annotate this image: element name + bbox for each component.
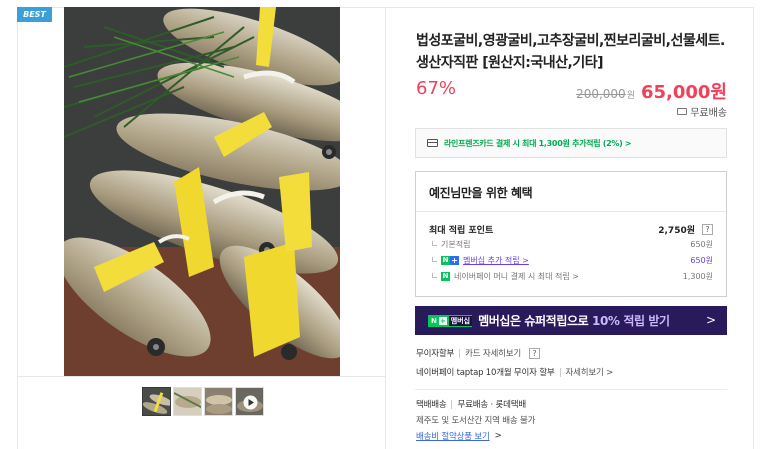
card-detail-link[interactable]: 카드 자세히보기	[465, 347, 521, 359]
info-divider	[415, 389, 727, 390]
benefit-row-membership[interactable]: N + 멤버십 추가 적립 > 650원	[429, 255, 713, 266]
thumbnail-2[interactable]	[173, 387, 202, 416]
card-promo-link[interactable]: 라인프렌즈카드 결제 시 최대 1,300원 추가적립 (2%) >	[415, 128, 727, 158]
original-price-unit: 원	[626, 91, 635, 101]
thumbnail-strip	[142, 387, 264, 417]
chevron-right-icon: >	[494, 431, 502, 441]
naverpay-icon: N	[441, 272, 450, 281]
installment-label: 무이자할부	[416, 349, 455, 359]
separator	[451, 399, 453, 409]
benefit-value: 1,300원	[682, 272, 713, 281]
benefit-label: 기본적립	[441, 240, 471, 249]
column-divider	[385, 7, 386, 449]
max-points-row: 최대 적립 포인트 2,750원 ?	[429, 223, 713, 236]
benefit-title: 예진님만을 위한 혜택	[429, 186, 533, 200]
banner-text-before: 멤버십은 슈퍼적립으로	[478, 314, 593, 328]
thumbnail-image	[174, 388, 201, 415]
shipping-label: 무료배송	[690, 108, 727, 119]
naver-n-icon: N	[441, 256, 450, 265]
thumbnail-image	[205, 388, 232, 415]
best-badge: BEST	[17, 7, 52, 22]
thumbnail-video[interactable]	[235, 387, 264, 416]
indent-icon	[432, 240, 437, 246]
membership-link[interactable]: 멤버십 추가 적립 >	[463, 255, 529, 266]
thumbnail-image	[236, 388, 263, 415]
help-icon[interactable]: ?	[528, 347, 540, 359]
help-icon[interactable]: ?	[702, 224, 713, 235]
tag-label: 멤버십	[448, 315, 473, 326]
separator	[459, 348, 461, 358]
product-title: 법성포굴비,영광굴비,고추장굴비,찐보리굴비,선물세트. 생산자직판 [원산지:…	[416, 33, 725, 71]
delivery-note: 제주도 및 도서산간 지역 배송 불가	[416, 416, 536, 426]
thumbnail-1[interactable]	[142, 387, 171, 416]
delivery-note-row: 제주도 및 도서산간 지역 배송 불가	[416, 414, 535, 426]
shipping-info: 무료배송	[677, 104, 727, 119]
saving-products-link[interactable]: 배송비 절약상품 보기	[416, 430, 490, 442]
tag-plus: +	[438, 316, 447, 325]
chevron-right-icon: >	[705, 313, 716, 327]
indent-icon	[432, 272, 437, 278]
delivery-row: 택배배송 무료배송 · 롯데택배	[416, 398, 526, 410]
membership-tag: N + 멤버십	[428, 314, 473, 327]
benefit-value: 650원	[690, 256, 713, 265]
delivery-method: 무료배송 · 롯데택배	[457, 400, 526, 410]
benefit-divider	[416, 211, 726, 212]
separator	[559, 367, 561, 377]
card-promo-text: 라인프렌즈카드 결제 시 최대 1,300원 추가적립 (2%) >	[444, 138, 632, 148]
plus-icon: +	[450, 256, 459, 265]
max-points-label: 최대 적립 포인트	[429, 226, 494, 236]
product-main-image[interactable]	[64, 7, 340, 376]
benefit-box: 예진님만을 위한 혜택 최대 적립 포인트 2,750원 ? 기본적립 650원…	[415, 171, 727, 297]
naverpay-detail-link[interactable]: 자세히보기 >	[566, 366, 614, 378]
max-points-value: 2,750원	[658, 226, 695, 236]
delivery-type: 택배배송	[416, 400, 447, 410]
naverpay-installment-row: 네이버페이 taptap 10개월 무이자 할부 자세히보기 >	[416, 366, 613, 378]
benefit-row-naverpay[interactable]: N 네이버페이 머니 결제 시 최대 적립 > 1,300원	[429, 271, 713, 282]
benefit-row-basic: 기본적립 650원	[429, 239, 713, 250]
delivery-link-row: 배송비 절약상품 보기 >	[416, 430, 502, 442]
truck-icon	[677, 108, 688, 115]
membership-banner-text: 멤버십은 슈퍼적립으로 10% 적립 받기	[478, 312, 670, 329]
sale-price: 65,000원	[640, 82, 727, 103]
price-group: 200,000 원 65,000원	[576, 78, 727, 104]
discount-rate: 67%	[416, 78, 457, 99]
benefit-value: 650원	[690, 240, 713, 249]
thumbnail-3[interactable]	[204, 387, 233, 416]
dried-fish-photo	[64, 7, 340, 376]
indent-icon	[432, 256, 437, 262]
banner-text-highlight: 10% 적립 받기	[592, 314, 670, 328]
gallery-divider	[17, 376, 385, 377]
original-price: 200,000	[576, 87, 626, 101]
tag-n: N	[431, 316, 437, 325]
credit-card-icon	[427, 139, 438, 147]
membership-banner[interactable]: N + 멤버십 멤버십은 슈퍼적립으로 10% 적립 받기 >	[415, 306, 727, 335]
naverpay-installment-text: 네이버페이 taptap 10개월 무이자 할부	[416, 368, 555, 378]
thumbnail-image	[143, 388, 170, 415]
installment-row: 무이자할부 카드 자세히보기 ?	[416, 347, 540, 359]
naverpay-link[interactable]: 네이버페이 머니 결제 시 최대 적립 >	[454, 271, 579, 282]
